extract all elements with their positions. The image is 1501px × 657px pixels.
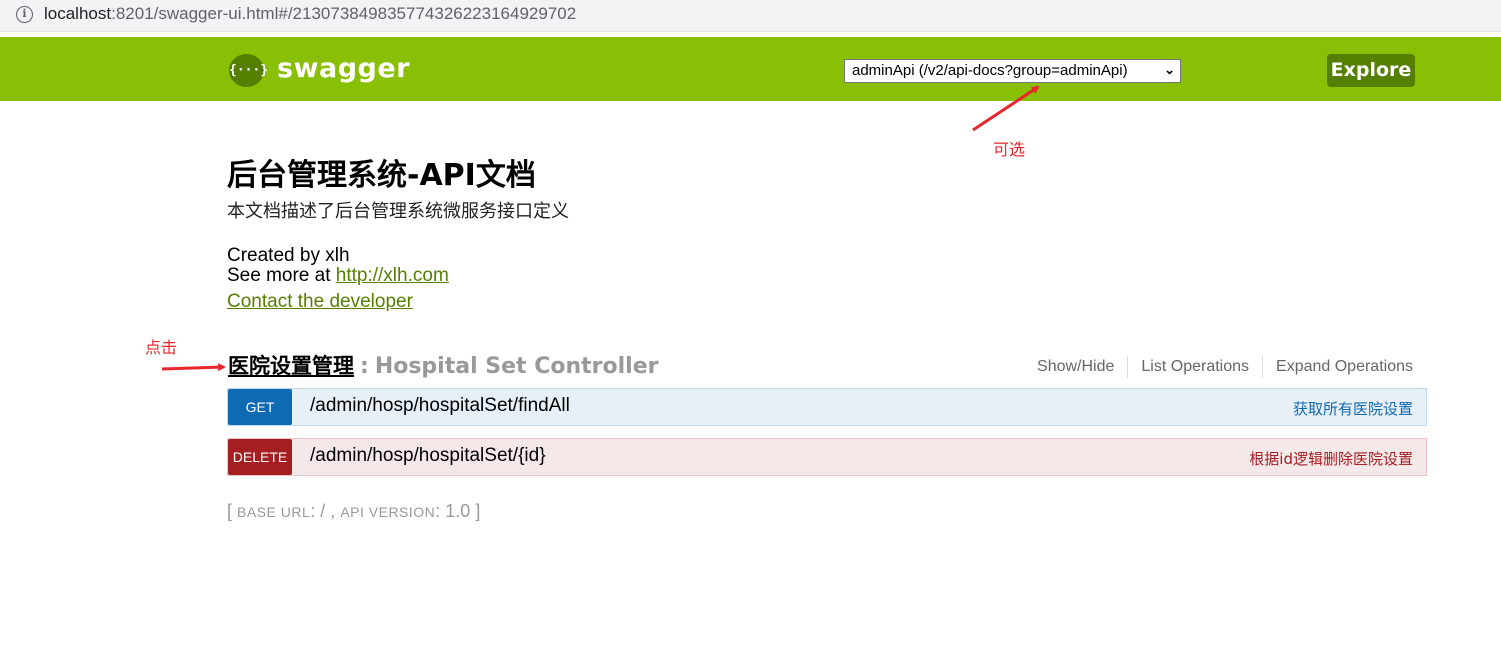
arrow-to-select-icon	[972, 85, 1040, 132]
arrow-to-resource-icon	[161, 363, 226, 372]
annotation-click: 点击	[145, 338, 178, 357]
annotation-arrows	[161, 85, 1040, 372]
annotation-selectable: 可选	[993, 140, 1026, 159]
